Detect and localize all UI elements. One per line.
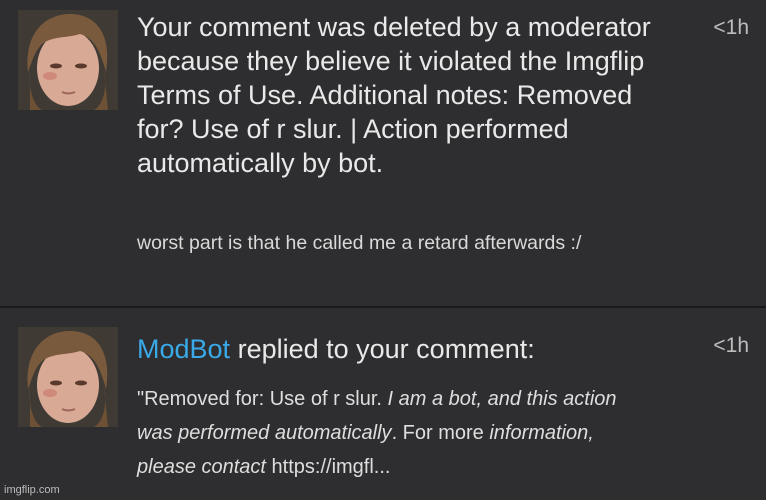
timestamp: <1h (713, 334, 749, 357)
reply-action-text: replied to your comment: (237, 334, 535, 364)
timestamp: <1h (713, 16, 749, 39)
comment-preview[interactable]: worst part is that he called me a retard… (137, 230, 697, 257)
reply-text[interactable]: "Removed for: Use of r slur. I am a bot,… (137, 382, 657, 484)
user-avatar[interactable] (18, 10, 118, 110)
reply-middle: . For more (391, 422, 490, 444)
watermark: imgflip.com (4, 484, 60, 496)
reply-header: ModBot replied to your comment: (137, 332, 682, 366)
deletion-notification[interactable]: Your comment was deleted by a moderator … (0, 0, 766, 308)
reply-link[interactable]: https://imgfl... (266, 456, 391, 478)
user-avatar[interactable] (18, 327, 118, 427)
notification-message: Your comment was deleted by a moderator … (137, 12, 651, 178)
bot-username-link[interactable]: ModBot (137, 334, 230, 364)
reply-notification[interactable]: ModBot replied to your comment: "Removed… (0, 310, 766, 500)
avatar-image (18, 327, 118, 427)
avatar-image (18, 10, 118, 110)
reply-prefix: "Removed for: Use of r slur. (137, 388, 388, 410)
